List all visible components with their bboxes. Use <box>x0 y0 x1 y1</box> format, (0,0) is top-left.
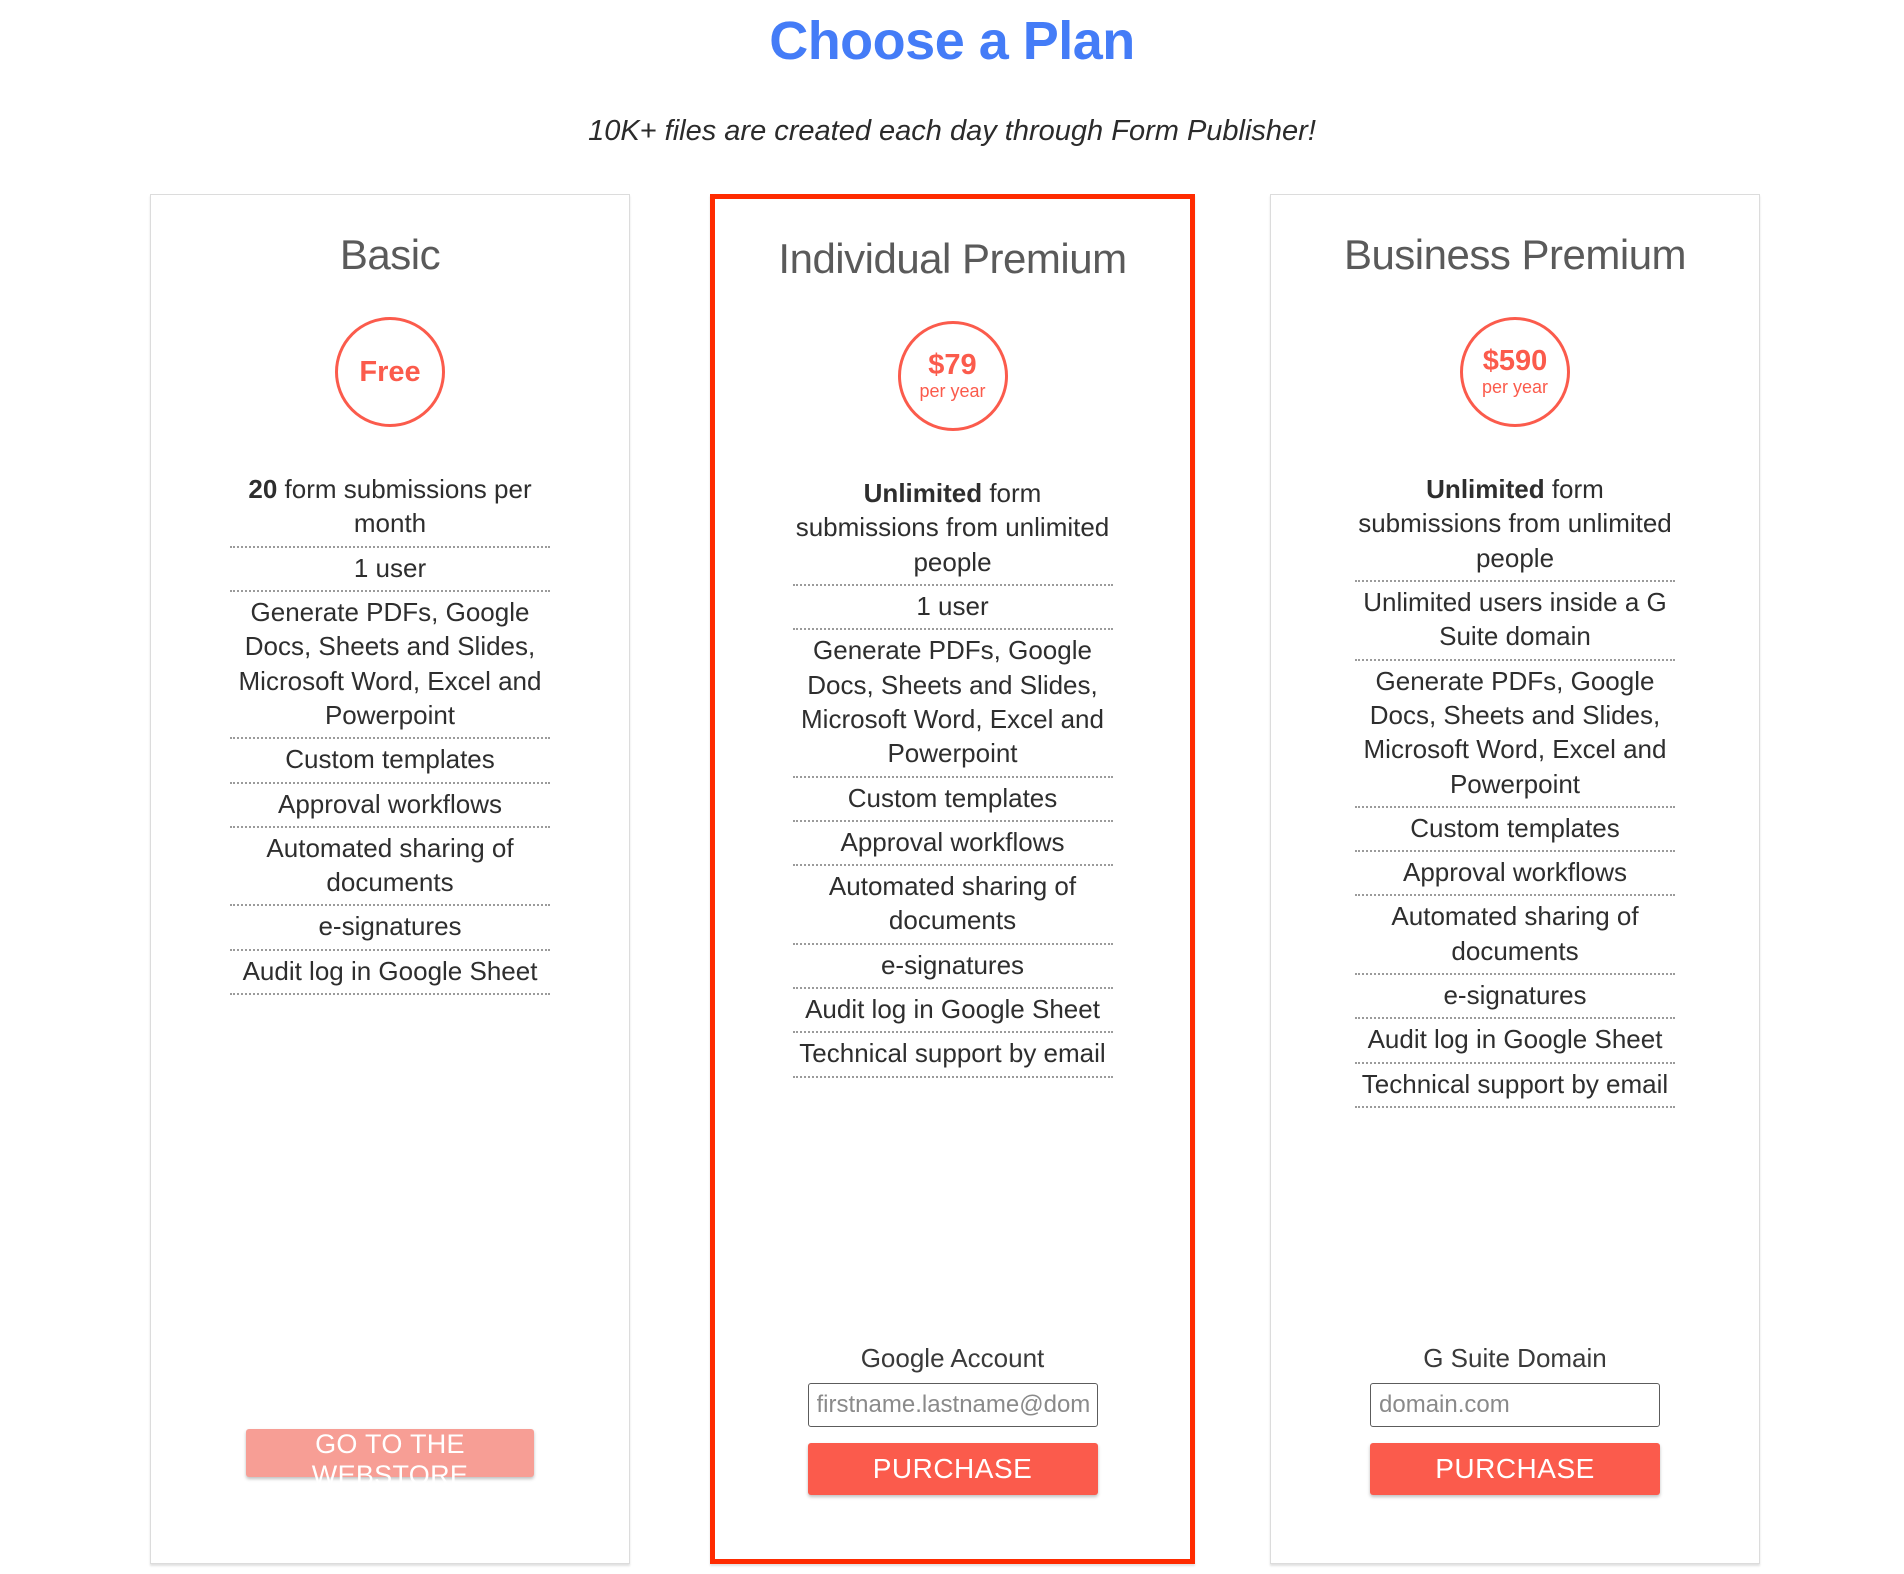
feature-item: 20 form submissions per month <box>230 469 550 548</box>
purchase-button-business-premium[interactable]: PURCHASE <box>1370 1443 1660 1495</box>
feature-item: Custom templates <box>792 778 1113 822</box>
feature-highlight: Unlimited <box>1426 474 1545 504</box>
plan-card-business-premium-inner: Business Premium $590 per year Unlimited… <box>1271 231 1759 1574</box>
feature-highlight: Unlimited <box>863 478 983 508</box>
plan-footer-individual-premium: Google Account PURCHASE <box>715 1343 1190 1495</box>
feature-item: Custom templates <box>230 739 550 784</box>
feature-item: 1 user <box>792 586 1113 631</box>
price-badge-business-premium: $590 per year <box>1460 317 1570 427</box>
feature-item: Approval workflows <box>1355 852 1675 897</box>
feature-item: e-signatures <box>230 906 550 951</box>
price-badge-wrap-basic: Free <box>151 317 629 427</box>
feature-item: Approval workflows <box>792 822 1113 867</box>
feature-item: Technical support by email <box>1355 1064 1675 1108</box>
feature-item: Automated sharing of documents <box>792 866 1113 945</box>
feature-list-business-premium: Unlimited form submissions from unlimite… <box>1355 469 1675 1108</box>
price-period-business-premium: per year <box>1481 377 1549 398</box>
feature-highlight: 20 <box>248 474 278 504</box>
feature-item: Generate PDFs, Google Docs, Sheets and S… <box>230 592 550 740</box>
feature-item: Audit log in Google Sheet <box>1355 1019 1675 1064</box>
plan-footer-basic: GO TO THE WEBSTORE <box>151 1429 629 1490</box>
feature-list-basic: 20 form submissions per month 1 user Gener… <box>230 469 550 996</box>
google-account-input[interactable] <box>807 1383 1098 1427</box>
plan-card-basic-inner: Basic Free 20 form submissions per month… <box>151 231 629 1574</box>
feature-list-individual-premium: Unlimited form submissions from unlimite… <box>792 473 1113 1078</box>
feature-item: Generate PDFs, Google Docs, Sheets and S… <box>1355 661 1675 808</box>
plan-name-business-premium: Business Premium <box>1343 231 1687 278</box>
price-badge-basic: Free <box>335 317 445 427</box>
feature-item: Generate PDFs, Google Docs, Sheets and S… <box>792 630 1113 778</box>
feature-item: Automated sharing of documents <box>1355 896 1675 976</box>
plan-name-individual-premium: Individual Premium <box>778 235 1127 282</box>
pricing-page: Choose a Plan 10K+ files are created eac… <box>0 0 1904 1574</box>
feature-item: Custom templates <box>1355 808 1675 853</box>
feature-item: 1 user <box>230 548 550 592</box>
plan-card-individual-premium[interactable]: Individual Premium $79 per year Unlimite… <box>710 194 1195 1564</box>
price-amount-business-premium: $590 <box>1482 344 1548 377</box>
feature-item: Audit log in Google Sheet <box>230 951 550 996</box>
feature-item: e-signatures <box>1355 975 1675 1020</box>
price-amount-basic: Free <box>359 355 421 388</box>
price-badge-wrap-business-premium: $590 per year <box>1271 317 1759 427</box>
feature-item: Unlimited form submissions from unlimite… <box>1355 469 1675 582</box>
google-account-label: Google Account <box>860 1343 1045 1373</box>
plan-card-basic[interactable]: Basic Free 20 form submissions per month… <box>150 194 630 1564</box>
feature-item: Unlimited users inside a G Suite domain <box>1355 582 1675 661</box>
plan-card-business-premium[interactable]: Business Premium $590 per year Unlimited… <box>1270 194 1760 1564</box>
purchase-button-individual-premium[interactable]: PURCHASE <box>807 1443 1098 1495</box>
plan-footer-business-premium: G Suite Domain PURCHASE <box>1271 1343 1759 1495</box>
price-period-individual-premium: per year <box>919 381 986 402</box>
plan-cards-container: Basic Free 20 form submissions per month… <box>150 194 1760 1564</box>
feature-item: Automated sharing of documents <box>230 828 550 907</box>
feature-item: Approval workflows <box>230 784 550 828</box>
price-amount-individual-premium: $79 <box>928 348 977 381</box>
feature-item: Audit log in Google Sheet <box>792 989 1113 1034</box>
g-suite-domain-label: G Suite Domain <box>1423 1343 1607 1373</box>
page-title: Choose a Plan <box>769 11 1135 71</box>
plan-card-individual-premium-inner: Individual Premium $79 per year Unlimite… <box>715 235 1190 1574</box>
g-suite-domain-input[interactable] <box>1370 1383 1660 1427</box>
price-badge-individual-premium: $79 per year <box>897 321 1008 431</box>
page-subtitle: 10K+ files are created each day through … <box>588 115 1316 147</box>
feature-item: e-signatures <box>792 945 1113 990</box>
price-badge-wrap-individual-premium: $79 per year <box>715 321 1190 431</box>
feature-item: Technical support by email <box>792 1033 1113 1078</box>
go-to-webstore-button[interactable]: GO TO THE WEBSTORE <box>246 1429 534 1490</box>
feature-item: Unlimited form submissions from unlimite… <box>792 473 1113 586</box>
plan-name-basic: Basic <box>339 231 441 278</box>
